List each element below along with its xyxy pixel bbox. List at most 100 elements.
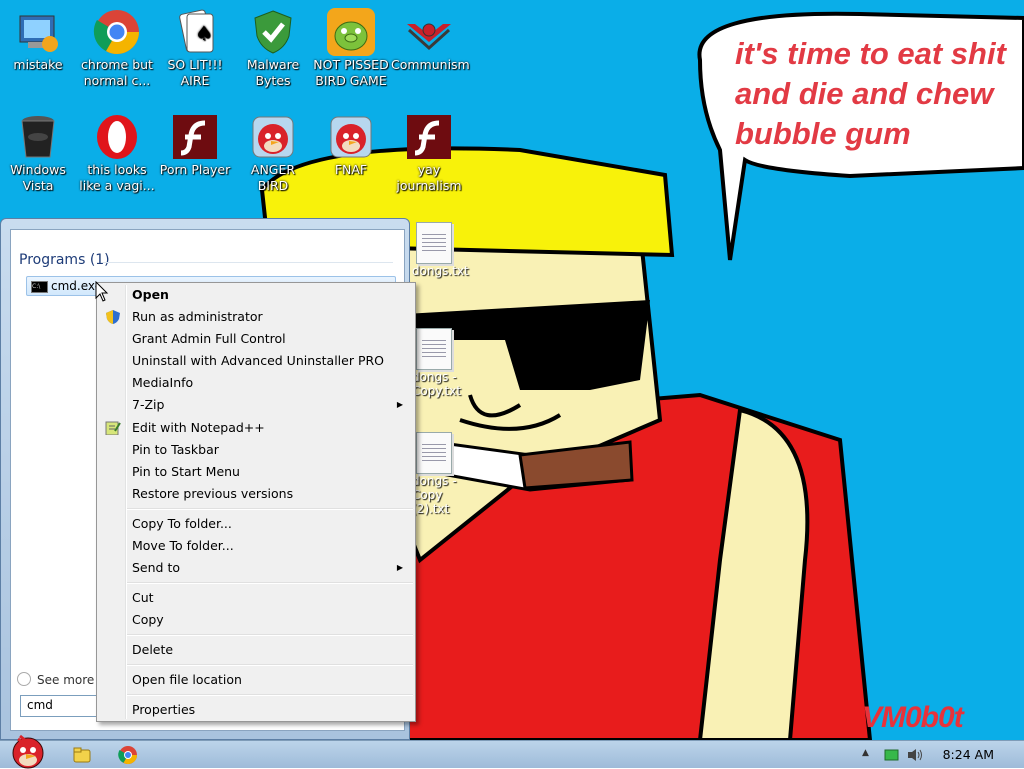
menu-item-copy[interactable]: Copy <box>99 609 413 631</box>
desktop-icon-label: Windows Vista <box>10 162 66 193</box>
desktop-file-dongs-copy-2[interactable]: dongs - Copy (2).txt <box>412 432 472 516</box>
menu-item-properties[interactable]: Properties <box>99 699 413 721</box>
desktop-icon-yay-journalism[interactable]: yay journalism <box>391 113 467 194</box>
desktop-icon-solitaire[interactable]: ♠ SO LIT!!! AIRE <box>157 8 233 89</box>
desktop-file-dongs-copy[interactable]: dongs - Copy.txt <box>412 328 472 398</box>
mouse-cursor-icon <box>95 281 109 302</box>
desktop-icon-label: mistake <box>13 57 63 72</box>
flash-icon <box>405 113 453 161</box>
text-file-icon <box>416 432 452 474</box>
desktop-icon-windows-vista[interactable]: Windows Vista <box>0 113 76 194</box>
desktop-icon-fnaf[interactable]: FNAF <box>313 113 389 178</box>
file-label: dongs - Copy (2).txt <box>412 474 457 516</box>
desktop-icon-label: FNAF <box>334 162 368 177</box>
network-status-icon[interactable] <box>884 748 900 762</box>
menu-item-label: Delete <box>132 642 174 657</box>
chrome-icon <box>93 8 141 56</box>
menu-item-label: Properties <box>132 702 196 717</box>
menu-item-label: Grant Admin Full Control <box>132 331 286 346</box>
desktop-icon-chrome[interactable]: chrome but normal c... <box>79 8 155 89</box>
taskbar-clock[interactable]: 8:24 AM <box>943 747 994 762</box>
menu-item-label: Run as administrator <box>132 309 263 324</box>
menu-separator <box>127 694 413 696</box>
submenu-arrow-icon: ▶ <box>396 400 403 409</box>
menu-item-open[interactable]: Open <box>99 284 413 306</box>
menu-item-label: Edit with Notepad++ <box>132 420 265 435</box>
desktop-icon-label: Communism <box>391 57 470 72</box>
menu-item-label: Open <box>132 287 169 302</box>
desktop-icon-label: Porn Player <box>159 162 231 177</box>
menu-item-label: Copy To folder... <box>132 516 232 531</box>
menu-item-run-as-administrator[interactable]: Run as administrator <box>99 306 413 328</box>
speech-bubble-text: it's time to eat shit and die and chew b… <box>735 36 1006 151</box>
menu-item-cut[interactable]: Cut <box>99 587 413 609</box>
menu-item-label: Restore previous versions <box>132 486 294 501</box>
menu-item-label: Pin to Taskbar <box>132 442 219 457</box>
submenu-arrow-icon: ▶ <box>396 563 403 572</box>
desktop-icon-label: yay journalism <box>396 162 462 193</box>
see-more-label: See more <box>37 673 95 687</box>
svg-text:♠: ♠ <box>195 21 213 45</box>
desktop-icon-communism[interactable]: Communism <box>391 8 470 73</box>
menu-item-copy-to-folder[interactable]: Copy To folder... <box>99 513 413 535</box>
context-menu: Open Run as administrator Grant Admin Fu… <box>96 282 416 722</box>
taskbar-chrome-icon[interactable] <box>118 745 138 765</box>
desktop-icon-label: this looks like a vagi... <box>79 162 155 193</box>
flash-icon <box>171 113 219 161</box>
desktop-icon-label: ANGER BIRD <box>250 162 296 193</box>
menu-item-label: Pin to Start Menu <box>132 464 240 479</box>
menu-item-move-to-folder[interactable]: Move To folder... <box>99 535 413 557</box>
menu-item-pin-to-start-menu[interactable]: Pin to Start Menu <box>99 461 413 483</box>
desktop-icon-label: chrome but normal c... <box>81 57 153 88</box>
desktop-icon-not-pissed-bird-game[interactable]: NOT PISSED BIRD GAME <box>313 8 389 89</box>
menu-separator <box>127 664 413 666</box>
programs-heading: Programs (1) <box>19 252 110 268</box>
shield-check-icon <box>249 8 297 56</box>
menu-item-restore-previous-versions[interactable]: Restore previous versions <box>99 483 413 505</box>
notepadpp-icon <box>105 421 121 435</box>
solitaire-icon: ♠ <box>171 8 219 56</box>
search-icon <box>17 672 31 686</box>
search-input-value: cmd <box>27 698 53 712</box>
menu-item-label: Move To folder... <box>132 538 234 553</box>
desktop-icon-label: NOT PISSED BIRD GAME <box>313 57 389 88</box>
menu-item-uninstall-advanced-uninstaller[interactable]: Uninstall with Advanced Uninstaller PRO <box>99 350 413 372</box>
desktop-icon-anger-bird[interactable]: ANGER BIRD <box>235 113 311 194</box>
file-label: dongs.txt <box>412 264 469 278</box>
red-emblem-icon <box>405 8 453 56</box>
trash-bin-icon <box>14 113 62 161</box>
menu-item-open-file-location[interactable]: Open file location <box>99 669 413 691</box>
desktop-icon-label: Malware Bytes <box>246 57 300 88</box>
desktop-icon-label: SO LIT!!! AIRE <box>167 57 223 88</box>
computer-icon <box>14 8 62 56</box>
menu-item-label: MediaInfo <box>132 375 194 390</box>
taskbar-explorer-icon[interactable] <box>72 745 92 765</box>
see-more-results-link[interactable]: See more <box>17 672 94 687</box>
menu-item-delete[interactable]: Delete <box>99 639 413 661</box>
menu-item-label: Cut <box>132 590 154 605</box>
menu-item-edit-with-notepadpp[interactable]: Edit with Notepad++ <box>99 417 413 439</box>
menu-item-mediainfo[interactable]: MediaInfo <box>99 372 413 394</box>
menu-item-label: 7-Zip <box>132 397 165 412</box>
menu-item-label: Send to <box>132 560 181 575</box>
menu-item-send-to[interactable]: Send to ▶ <box>99 557 413 579</box>
start-button-angry-bird-icon[interactable] <box>6 731 50 769</box>
uac-shield-icon <box>106 310 120 324</box>
show-hidden-icons-chevron-icon[interactable]: ▲ <box>862 748 869 758</box>
menu-item-7zip[interactable]: 7-Zip ▶ <box>99 394 413 416</box>
menu-item-pin-to-taskbar[interactable]: Pin to Taskbar <box>99 439 413 461</box>
menu-item-label: Uninstall with Advanced Uninstaller PRO <box>132 353 385 368</box>
artist-signature: VM0b0t <box>862 701 964 734</box>
desktop-icon-malwarebytes[interactable]: Malware Bytes <box>235 8 311 89</box>
angry-bird-icon <box>249 113 297 161</box>
menu-item-grant-admin-full-control[interactable]: Grant Admin Full Control <box>99 328 413 350</box>
green-pig-icon <box>327 8 375 56</box>
desktop-icon-porn-player[interactable]: Porn Player <box>157 113 233 178</box>
desktop-icon-opera[interactable]: this looks like a vagi... <box>79 113 155 194</box>
taskbar: ▲ 8:24 AM <box>0 734 1024 769</box>
desktop-file-dongs[interactable]: dongs.txt <box>412 222 472 278</box>
desktop-icon-mistake[interactable]: mistake <box>0 8 76 73</box>
volume-speaker-icon[interactable] <box>906 747 924 763</box>
angry-bird-icon <box>327 113 375 161</box>
command-prompt-icon: C:\ <box>31 281 48 293</box>
